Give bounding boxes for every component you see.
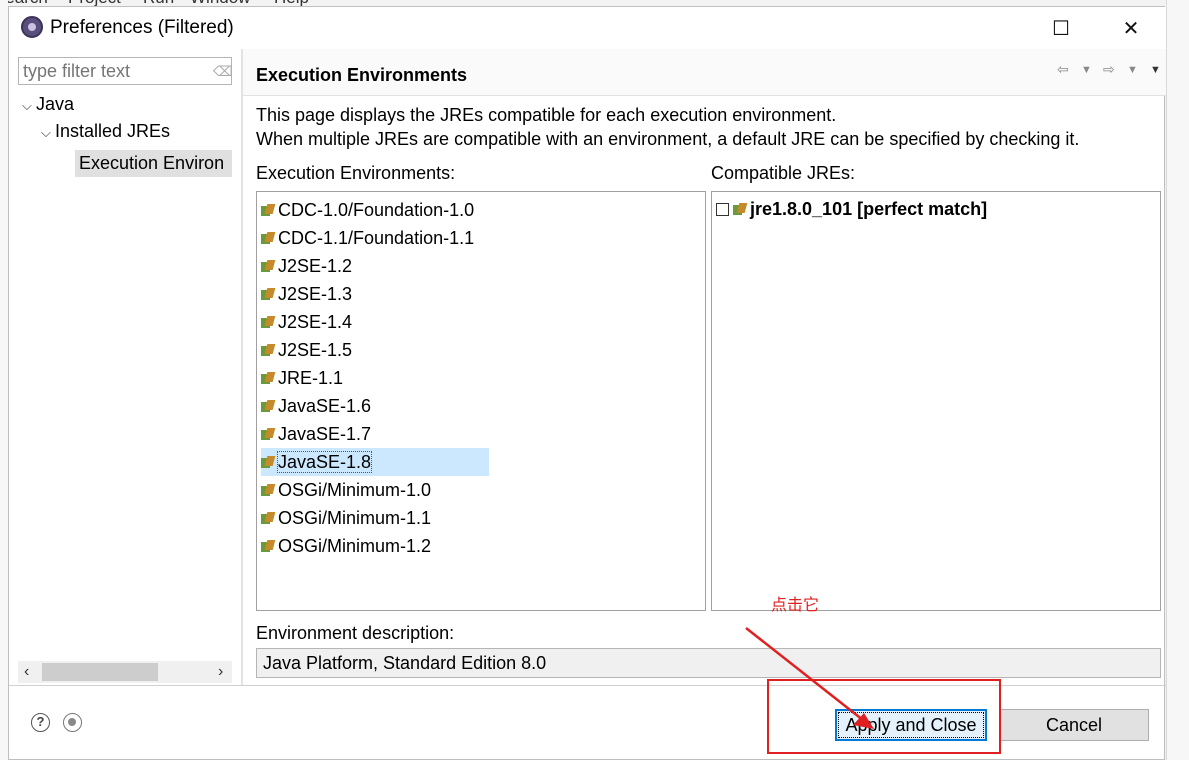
help-icon[interactable]: ? <box>31 713 50 732</box>
list-item[interactable]: J2SE-1.4 <box>261 308 360 336</box>
list-item-selected[interactable]: JavaSE-1.8 <box>261 448 489 476</box>
back-arrow-icon[interactable]: ⇦ <box>1057 61 1069 78</box>
close-button[interactable]: ✕ <box>1108 7 1154 49</box>
compatible-jres-list[interactable]: jre1.8.0_101 [perfect match] <box>711 191 1161 611</box>
environment-description-label: Environment description: <box>256 623 455 643</box>
forward-dropdown-icon[interactable]: ▼ <box>1127 64 1138 76</box>
jre-library-icon <box>733 203 748 216</box>
library-icon <box>261 456 276 469</box>
tree-item-execution-environments[interactable]: Execution Environ <box>79 150 232 177</box>
list-item[interactable]: J2SE-1.2 <box>261 252 360 280</box>
list-item[interactable]: OSGi/Minimum-1.2 <box>261 532 439 560</box>
tree-item-label: Installed JREs <box>55 121 171 141</box>
environment-description-field[interactable]: Java Platform, Standard Edition 8.0 <box>256 648 1161 678</box>
close-icon: ✕ <box>1122 17 1140 40</box>
background-ide-right <box>1166 0 1189 760</box>
cancel-button[interactable]: Cancel <box>999 709 1149 741</box>
library-icon <box>261 260 276 273</box>
list-item[interactable]: J2SE-1.3 <box>261 280 360 308</box>
maximize-button[interactable]: ☐ <box>1038 7 1084 49</box>
scrollbar-thumb[interactable] <box>42 663 158 681</box>
library-icon <box>261 316 276 329</box>
chevron-down-icon[interactable]: ⌵ <box>41 119 55 146</box>
tree-item-label: Java <box>36 94 75 114</box>
library-icon <box>261 288 276 301</box>
list-item[interactable]: OSGi/Minimum-1.1 <box>261 504 439 532</box>
library-icon <box>261 512 276 525</box>
forward-arrow-icon[interactable]: ⇨ <box>1103 61 1115 78</box>
library-icon <box>261 204 276 217</box>
view-menu-icon[interactable]: ▼ <box>1150 64 1161 76</box>
list-item[interactable]: JavaSE-1.7 <box>261 420 379 448</box>
jre-default-checkbox[interactable] <box>716 203 729 216</box>
list-item[interactable]: CDC-1.0/Foundation-1.0 <box>261 196 482 224</box>
compatible-jres-label: Compatible JREs: <box>711 163 856 183</box>
scroll-right-arrow-icon[interactable]: › <box>218 661 223 683</box>
page-description: When multiple JREs are compatible with a… <box>256 129 1080 149</box>
library-icon <box>261 232 276 245</box>
annotation-highlight-box <box>767 679 1001 754</box>
page-header: Execution Environments ⇦ ▼ ⇨ ▼ ▼ <box>243 49 1166 96</box>
eclipse-app-icon <box>21 16 43 38</box>
list-item[interactable]: OSGi/Minimum-1.0 <box>261 476 439 504</box>
list-item[interactable]: JavaSE-1.6 <box>261 392 379 420</box>
background-ide-left <box>0 0 8 760</box>
library-icon <box>261 484 276 497</box>
library-icon <box>261 344 276 357</box>
list-item[interactable]: J2SE-1.5 <box>261 336 360 364</box>
library-icon <box>261 428 276 441</box>
execution-environments-label: Execution Environments: <box>256 163 456 183</box>
annotation-text: 点击它 <box>771 595 820 614</box>
execution-environments-list[interactable]: CDC-1.0/Foundation-1.0 CDC-1.1/Foundatio… <box>256 191 706 611</box>
clear-filter-icon[interactable]: ⌫ <box>213 63 233 80</box>
chevron-down-icon[interactable]: ⌵ <box>22 92 36 119</box>
preference-tree-panel: ⌫ ⌵Java ⌵Installed JREs Execution Enviro… <box>9 49 241 685</box>
filter-input[interactable] <box>18 57 232 85</box>
list-item[interactable]: CDC-1.1/Foundation-1.1 <box>261 224 482 252</box>
panel-sash[interactable] <box>241 49 243 685</box>
page-title: Execution Environments <box>256 65 468 85</box>
tree-item-java[interactable]: ⌵ Java <box>22 91 74 118</box>
import-export-icon[interactable] <box>63 713 82 732</box>
scroll-left-arrow-icon[interactable]: ‹ <box>24 661 29 683</box>
tree-item-label: Execution Environ <box>79 153 225 173</box>
maximize-icon: ☐ <box>1052 17 1070 40</box>
list-item[interactable]: JRE-1.1 <box>261 364 351 392</box>
library-icon <box>261 540 276 553</box>
back-dropdown-icon[interactable]: ▼ <box>1081 64 1092 76</box>
window-title: Preferences (Filtered) <box>50 17 234 38</box>
library-icon <box>261 400 276 413</box>
page-description: This page displays the JREs compatible f… <box>256 105 837 125</box>
jre-list-item[interactable]: jre1.8.0_101 [perfect match] <box>716 196 987 222</box>
tree-horizontal-scrollbar[interactable]: ‹ › <box>18 661 232 683</box>
tree-item-installed-jres[interactable]: ⌵ Installed JREs <box>41 118 170 145</box>
title-bar[interactable]: Preferences (Filtered) ☐ ✕ <box>9 7 1166 49</box>
preferences-dialog: Preferences (Filtered) ☐ ✕ ⌫ ⌵Java ⌵Inst… <box>8 6 1166 760</box>
library-icon <box>261 372 276 385</box>
